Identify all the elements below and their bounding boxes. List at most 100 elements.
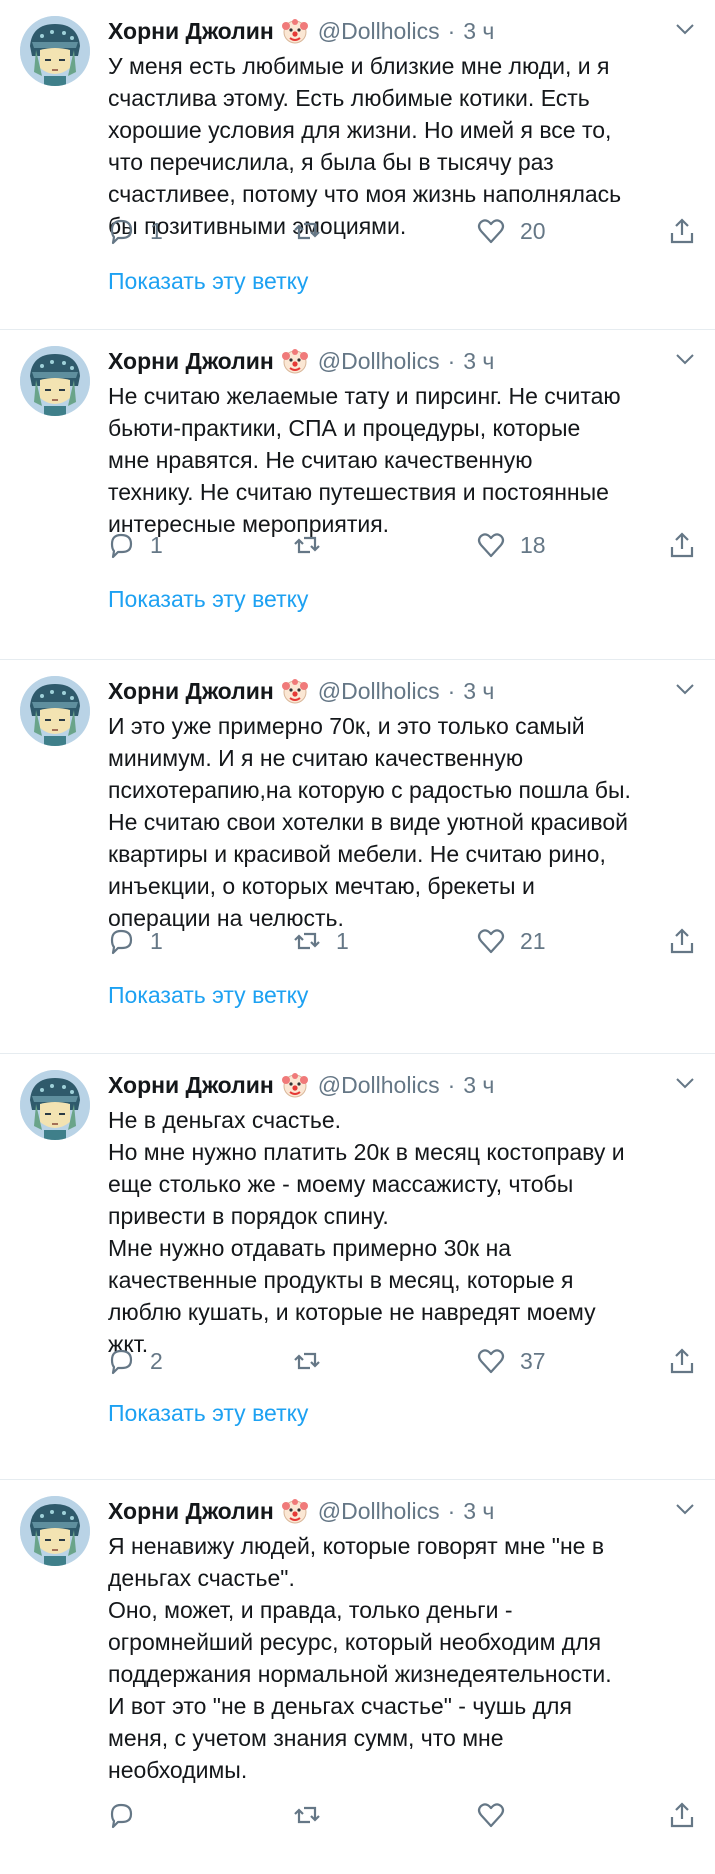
- avatar[interactable]: [20, 1496, 90, 1566]
- tweet[interactable]: Хорни Джолин @Dollholics · 3 ч Не считаю…: [0, 330, 715, 660]
- like-button[interactable]: 18: [476, 528, 546, 562]
- timestamp[interactable]: 3 ч: [463, 1072, 494, 1099]
- timestamp[interactable]: 3 ч: [463, 18, 494, 45]
- author-name[interactable]: Хорни Джолин: [108, 348, 274, 375]
- author-name[interactable]: Хорни Джолин: [108, 1072, 274, 1099]
- clown-face-emoji-icon: [281, 1073, 308, 1098]
- author-name[interactable]: Хорни Джолин: [108, 18, 274, 45]
- tweet-header: Хорни Джолин @Dollholics · 3 ч: [108, 1070, 695, 1100]
- chevron-down-icon[interactable]: [675, 1076, 695, 1090]
- author-handle[interactable]: @Dollholics: [318, 348, 440, 375]
- author-handle[interactable]: @Dollholics: [318, 678, 440, 705]
- avatar[interactable]: [20, 676, 90, 746]
- like-button[interactable]: 20: [476, 214, 546, 248]
- avatar[interactable]: [20, 346, 90, 416]
- reply-button[interactable]: 1: [106, 528, 163, 562]
- share-button[interactable]: [667, 1798, 697, 1832]
- separator-dot: ·: [447, 1071, 456, 1098]
- like-button[interactable]: 37: [476, 1344, 546, 1378]
- tweet[interactable]: Хорни Джолин @Dollholics · 3 ч И это уже…: [0, 660, 715, 1054]
- tweet-feed: Хорни Джолин @Dollholics · 3 ч У меня ес…: [0, 0, 715, 1874]
- tweet-header: Хорни Джолин @Dollholics · 3 ч: [108, 1496, 695, 1526]
- reply-icon: [110, 533, 133, 559]
- retweet-icon: [294, 222, 320, 240]
- tweet[interactable]: Хорни Джолин @Dollholics · 3 ч Я ненавиж…: [0, 1480, 715, 1874]
- chevron-down-icon[interactable]: [675, 682, 695, 696]
- reply-count: 1: [150, 927, 163, 954]
- reply-button[interactable]: 1: [106, 214, 163, 248]
- tweet-text: Не в деньгах счастье. Но мне нужно плати…: [108, 1107, 625, 1357]
- share-icon: [670, 1348, 694, 1374]
- show-thread-link[interactable]: Показать эту ветку: [108, 1400, 308, 1427]
- tweet-actions: 1 20: [106, 214, 697, 248]
- tweet-actions: 1 1 21: [106, 924, 697, 958]
- author-name[interactable]: Хорни Джолин: [108, 678, 274, 705]
- reply-button[interactable]: [106, 1798, 150, 1832]
- retweet-button[interactable]: [292, 1344, 336, 1378]
- timestamp[interactable]: 3 ч: [463, 348, 494, 375]
- retweet-button[interactable]: [292, 214, 336, 248]
- heart-icon: [477, 1803, 505, 1828]
- show-thread-link[interactable]: Показать эту ветку: [108, 982, 308, 1009]
- retweet-button[interactable]: 1: [292, 924, 349, 958]
- share-button[interactable]: [667, 924, 697, 958]
- share-icon: [670, 928, 694, 954]
- heart-icon: [477, 1349, 505, 1374]
- timestamp[interactable]: 3 ч: [463, 1498, 494, 1525]
- author-handle[interactable]: @Dollholics: [318, 1072, 440, 1099]
- share-icon: [670, 218, 694, 244]
- tweet-actions: 1 18: [106, 528, 697, 562]
- tweet-text: Я ненавижу людей, которые говорят мне "н…: [108, 1533, 612, 1783]
- clown-face-emoji-icon: [281, 349, 308, 374]
- like-count: 18: [520, 531, 546, 558]
- chevron-down-icon[interactable]: [675, 1502, 695, 1516]
- heart-icon: [477, 219, 505, 244]
- reply-button[interactable]: 2: [106, 1344, 163, 1378]
- reply-icon: [110, 1349, 133, 1375]
- show-thread-link[interactable]: Показать эту ветку: [108, 268, 308, 295]
- tweet-actions: [106, 1798, 697, 1832]
- like-button[interactable]: [476, 1798, 520, 1832]
- reply-icon: [110, 1803, 133, 1829]
- retweet-button[interactable]: [292, 1798, 336, 1832]
- author-handle[interactable]: @Dollholics: [318, 18, 440, 45]
- author-name[interactable]: Хорни Джолин: [108, 1498, 274, 1525]
- tweet[interactable]: Хорни Джолин @Dollholics · 3 ч Не в день…: [0, 1054, 715, 1480]
- tweet-header: Хорни Джолин @Dollholics · 3 ч: [108, 16, 695, 46]
- timestamp[interactable]: 3 ч: [463, 678, 494, 705]
- chevron-down-icon[interactable]: [675, 22, 695, 36]
- retweet-button[interactable]: [292, 528, 336, 562]
- tweet[interactable]: Хорни Джолин @Dollholics · 3 ч У меня ес…: [0, 0, 715, 330]
- retweet-icon: [294, 1806, 320, 1824]
- like-count: 37: [520, 1347, 546, 1374]
- heart-icon: [477, 533, 505, 558]
- retweet-icon: [294, 1352, 320, 1370]
- retweet-icon: [294, 536, 320, 554]
- retweet-icon: [294, 932, 320, 950]
- avatar[interactable]: [20, 16, 90, 86]
- retweet-count: 1: [336, 927, 349, 954]
- separator-dot: ·: [447, 677, 456, 704]
- chevron-down-icon[interactable]: [675, 352, 695, 366]
- share-button[interactable]: [667, 528, 697, 562]
- like-count: 21: [520, 927, 546, 954]
- share-icon: [670, 532, 694, 558]
- like-button[interactable]: 21: [476, 924, 546, 958]
- like-count: 20: [520, 217, 546, 244]
- reply-icon: [110, 219, 133, 245]
- avatar[interactable]: [20, 1070, 90, 1140]
- author-handle[interactable]: @Dollholics: [318, 1498, 440, 1525]
- separator-dot: ·: [447, 17, 456, 44]
- clown-face-emoji-icon: [281, 19, 308, 44]
- tweet-header: Хорни Джолин @Dollholics · 3 ч: [108, 676, 695, 706]
- tweet-actions: 2 37: [106, 1344, 697, 1378]
- reply-count: 1: [150, 217, 163, 244]
- tweet-text: И это уже примерно 70к, и это только сам…: [108, 713, 631, 931]
- show-thread-link[interactable]: Показать эту ветку: [108, 586, 308, 613]
- clown-face-emoji-icon: [281, 679, 308, 704]
- share-button[interactable]: [667, 1344, 697, 1378]
- reply-button[interactable]: 1: [106, 924, 163, 958]
- separator-dot: ·: [447, 347, 456, 374]
- reply-icon: [110, 929, 133, 955]
- share-button[interactable]: [667, 214, 697, 248]
